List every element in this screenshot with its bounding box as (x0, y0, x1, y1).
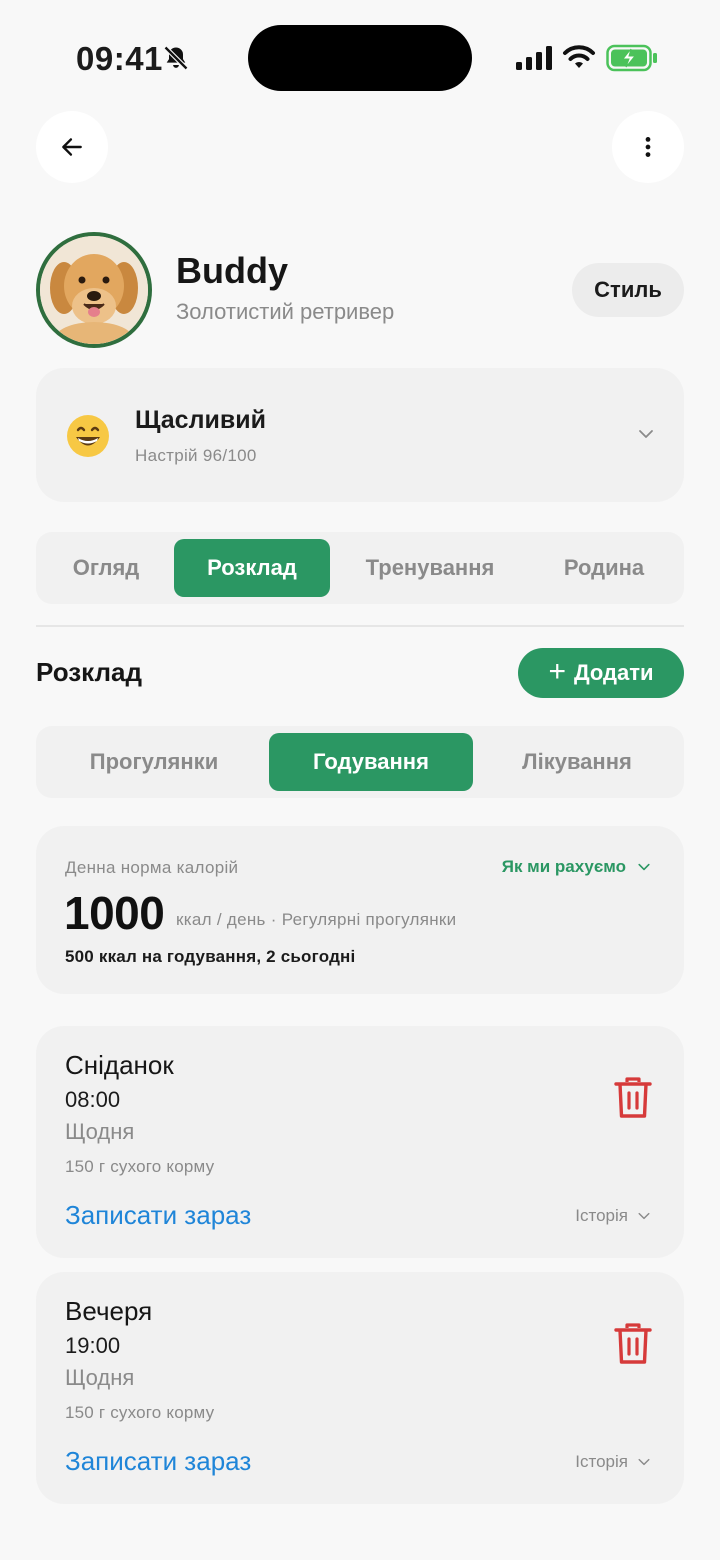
history-toggle[interactable]: Історія (575, 1452, 652, 1472)
feeding-time: 08:00 (65, 1087, 121, 1112)
how-we-calculate-link[interactable]: Як ми рахуємо (502, 857, 652, 877)
dynamic-island (248, 25, 472, 91)
feeding-frequency: Щодня (65, 1119, 135, 1144)
grinning-face-emoji (67, 415, 109, 457)
how-we-calculate-label: Як ми рахуємо (501, 857, 626, 876)
trash-icon[interactable] (614, 1322, 652, 1366)
calorie-value: 1000 (64, 887, 165, 939)
battery-charging-icon (606, 44, 657, 72)
arrow-left-icon (62, 138, 82, 156)
tab-family[interactable]: Родина (530, 539, 678, 597)
calorie-note: 500 ккал на годування, 2 сьогодні (65, 947, 356, 966)
calorie-unit: ккал / день · Регулярні прогулянки (176, 910, 457, 929)
feeding-name: Вечеря (65, 1296, 153, 1326)
pet-breed: Золотистий ретривер (176, 299, 395, 324)
divider (36, 625, 684, 627)
subtab-feeding[interactable]: Годування (269, 733, 473, 791)
wifi-icon (563, 45, 595, 68)
feeding-time: 19:00 (65, 1333, 121, 1358)
status-time: 09:41 (76, 40, 163, 77)
calorie-card: Денна норма калорій Як ми рахуємо 1000 к… (36, 826, 684, 994)
schedule-subtabs: Прогулянки Годування Лікування (36, 726, 684, 798)
history-toggle[interactable]: Історія (575, 1206, 652, 1226)
bell-off-icon (163, 45, 189, 71)
chevron-down-icon (638, 863, 650, 871)
log-now-button[interactable]: Записати зараз (65, 1446, 251, 1477)
pet-avatar[interactable] (36, 232, 152, 348)
history-label: Історія (575, 1452, 628, 1471)
calorie-label: Денна норма калорій (65, 858, 239, 877)
chevron-down-icon (639, 430, 653, 438)
pet-name: Buddy (176, 250, 288, 291)
chevron-down-icon (638, 1458, 650, 1466)
back-button[interactable] (36, 111, 108, 183)
tab-training[interactable]: Тренування (342, 539, 518, 597)
dog-photo (40, 236, 148, 344)
section-title: Розклад (36, 657, 142, 687)
history-label: Історія (575, 1206, 628, 1225)
subtab-medication[interactable]: Лікування (480, 733, 674, 791)
tab-overview[interactable]: Огляд (36, 539, 176, 597)
plus-icon: + (548, 655, 566, 688)
log-now-button[interactable]: Записати зараз (65, 1200, 251, 1231)
style-button[interactable]: Стиль (572, 263, 684, 317)
status-bar: 09:41 (0, 0, 720, 110)
add-button-label: Додати (573, 660, 654, 685)
mood-title: Щасливий (135, 406, 266, 434)
mood-score: Настрій 96/100 (135, 446, 257, 465)
add-button[interactable]: + Додати (518, 648, 684, 698)
main-tabs: Огляд Розклад Тренування Родина (36, 532, 684, 604)
mood-card[interactable]: Щасливий Настрій 96/100 (36, 368, 684, 502)
more-vertical-icon (645, 137, 651, 157)
feeding-name: Сніданок (65, 1050, 174, 1080)
trash-icon[interactable] (614, 1076, 652, 1120)
feeding-card: Вечеря 19:00 Щодня 150 г сухого корму За… (36, 1272, 684, 1504)
more-options-button[interactable] (612, 111, 684, 183)
tab-schedule[interactable]: Розклад (174, 539, 330, 597)
subtab-walks[interactable]: Прогулянки (46, 733, 262, 791)
cellular-signal-icon (516, 46, 552, 70)
feeding-amount: 150 г сухого корму (65, 1403, 215, 1422)
feeding-amount: 150 г сухого корму (65, 1157, 215, 1176)
chevron-down-icon (638, 1212, 650, 1220)
feeding-card: Сніданок 08:00 Щодня 150 г сухого корму … (36, 1026, 684, 1258)
feeding-frequency: Щодня (65, 1365, 135, 1390)
